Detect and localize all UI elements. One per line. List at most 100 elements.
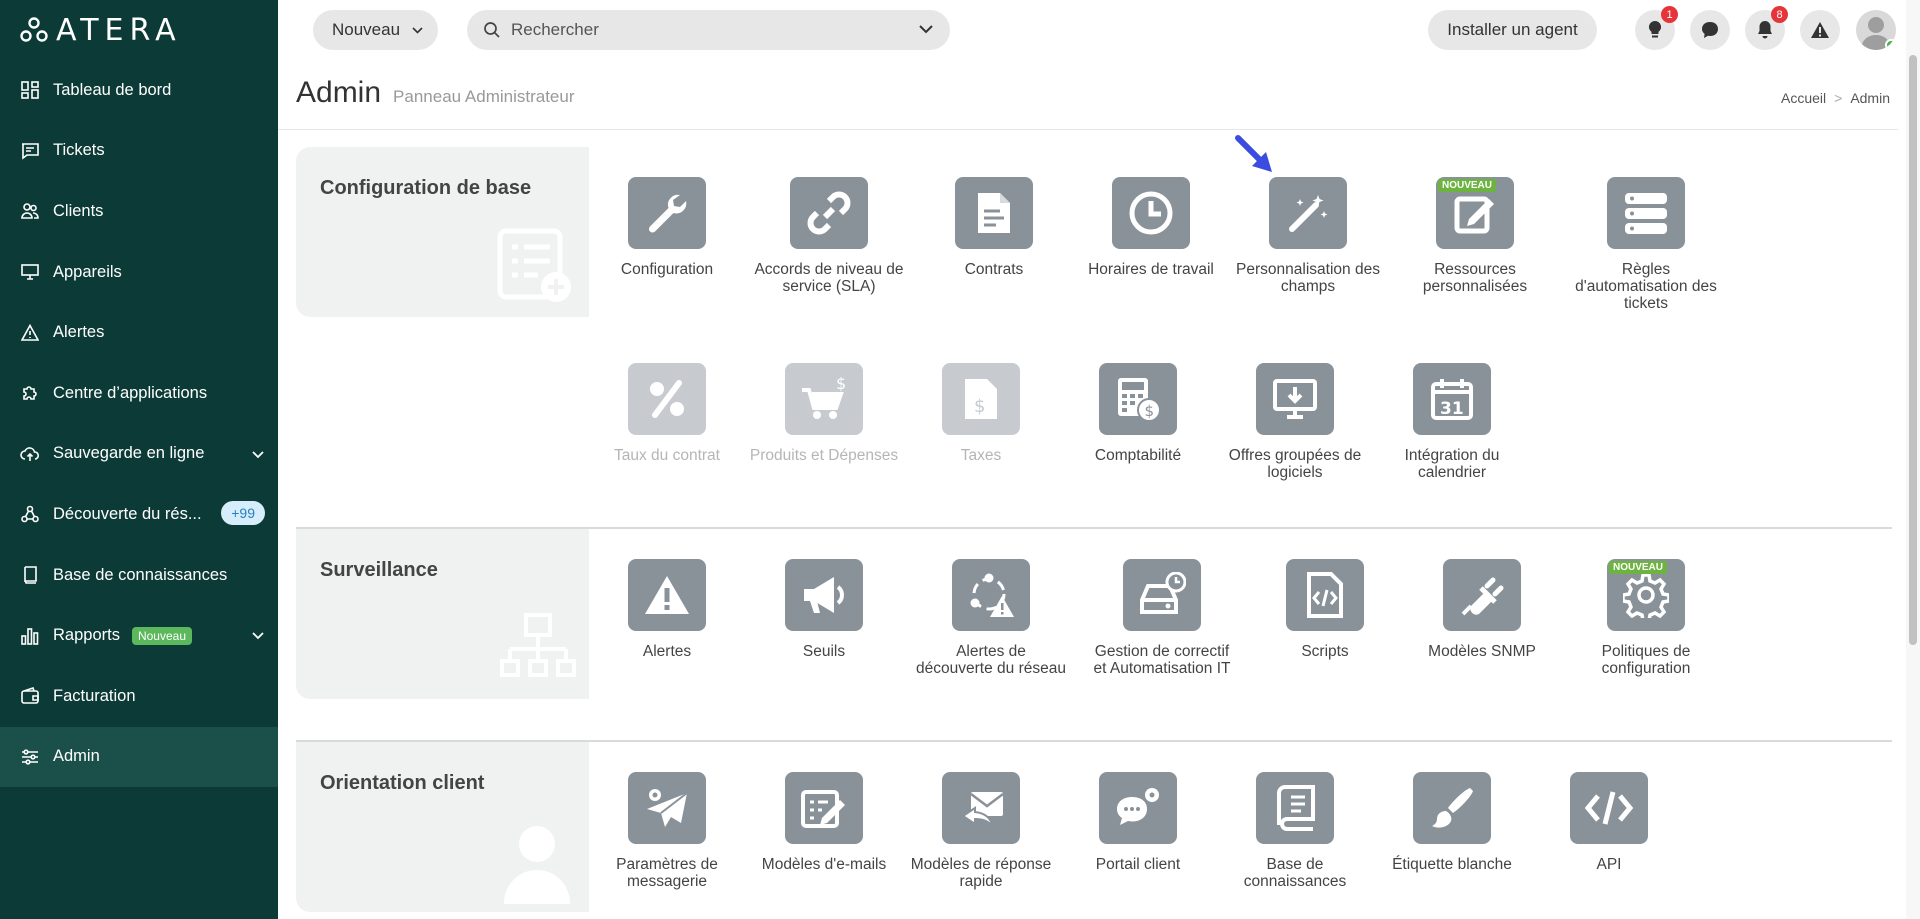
tile-label: Taux du contrat [614,447,720,464]
section-header-box: Configuration de base [296,147,589,317]
atera-logo[interactable]: ATERA [20,12,182,48]
discovery-count-badge: +99 [221,501,265,526]
tile-label: Accords de niveau de service (SLA) [754,261,904,295]
clock-icon [1112,177,1190,249]
top-bar: Nouveau Rechercher Installer un agent 1 … [278,0,1920,60]
search-input[interactable]: Rechercher [467,10,950,50]
paintbrush-icon [1413,772,1491,844]
network-alert-icon [952,559,1030,631]
tile-label: Règles d'automatisation des tickets [1575,261,1717,312]
search-placeholder: Rechercher [511,20,599,39]
breadcrumb: Accueil > Admin [1781,90,1890,106]
sidebar-item-tickets[interactable]: Tickets [0,121,278,182]
tile-work-hours[interactable]: Horaires de travail [1076,177,1226,278]
user-avatar[interactable] [1856,10,1896,50]
sidebar-item-reports[interactable]: Rapports Nouveau [0,605,278,666]
tile-accounting[interactable]: $ Comptabilité [1063,363,1213,464]
warnings-button[interactable] [1800,10,1840,50]
sidebar-item-label: Admin [53,747,100,766]
edit-form-icon: NOUVEAU [1436,177,1514,249]
percent-icon [628,363,706,435]
tile-custom-resources[interactable]: NOUVEAU Ressources personnalisées [1400,177,1550,295]
sidebar-item-billing[interactable]: Facturation [0,666,278,727]
chevron-down-icon[interactable] [919,25,933,34]
clients-icon [20,201,40,221]
tile-thresholds[interactable]: Seuils [749,559,899,660]
tile-alerts[interactable]: Alertes [592,559,742,660]
tile-label: Produits et Dépenses [749,447,899,464]
ideas-button[interactable]: 1 [1635,6,1678,50]
tile-snmp-templates[interactable]: Modèles SNMP [1407,559,1557,660]
book-icon [1256,772,1334,844]
logo-text: ATERA [56,12,182,48]
sidebar-item-label: Tickets [53,141,105,160]
chevron-down-icon[interactable] [252,446,264,464]
tile-label: Offres groupées de logiciels [1228,447,1362,481]
contract-document-icon [955,177,1033,249]
tile-ticket-automation-rules[interactable]: Règles d'automatisation des tickets [1571,177,1721,312]
bell-icon [1758,21,1772,39]
tile-configuration-policies[interactable]: NOUVEAU Politiques de configuration [1571,559,1721,677]
tile-api[interactable]: API [1534,772,1684,873]
sidebar-item-label: Sauvegarde en ligne [53,444,205,463]
tile-label: Personnalisation des champs [1236,261,1380,295]
page-subtitle: Panneau Administrateur [393,87,575,106]
tile-contracts[interactable]: Contrats [919,177,1069,278]
chat-button[interactable] [1690,10,1730,50]
sidebar-item-alerts[interactable]: Alertes [0,302,278,363]
tile-label: Alertes de découverte du réseau [916,643,1066,677]
tile-email-templates[interactable]: Modèles d'e-mails [749,772,899,873]
sidebar-item-knowledge-base[interactable]: Base de connaissances [0,545,278,606]
tile-network-discovery-alerts[interactable]: Alertes de découverte du réseau [916,559,1066,677]
tile-patch-management[interactable]: Gestion de correctif et Automatisation I… [1087,559,1237,677]
tile-software-bundles[interactable]: Offres groupées de logiciels [1220,363,1370,481]
sidebar-item-label: Rapports [53,626,120,645]
tile-customer-portal[interactable]: Portail client [1063,772,1213,873]
chat-icon [1702,22,1718,38]
tile-products-expenses[interactable]: $ Produits et Dépenses [749,363,899,464]
tile-label: Étiquette blanche [1392,856,1512,873]
tile-label: Ressources personnalisées [1422,261,1528,295]
tile-taxes[interactable]: $ Taxes [906,363,1056,464]
megaphone-icon [785,559,863,631]
new-button[interactable]: Nouveau [313,10,438,50]
calendar-icon: 31 [1413,363,1491,435]
section-title: Surveillance [320,559,438,581]
tile-field-customization[interactable]: Personnalisation des champs [1233,177,1383,295]
tile-white-label[interactable]: Étiquette blanche [1377,772,1527,873]
tile-sla[interactable]: Accords de niveau de service (SLA) [754,177,904,295]
code-icon [1570,772,1648,844]
tile-label: Base de connaissances [1243,856,1347,890]
breadcrumb-home-link[interactable]: Accueil [1781,90,1826,106]
tile-label: Portail client [1095,856,1181,873]
tile-label: Configuration [620,261,714,278]
install-agent-button[interactable]: Installer un agent [1428,10,1597,50]
tile-scripts[interactable]: Scripts [1250,559,1400,660]
plug-icon [1443,559,1521,631]
warning-icon [628,559,706,631]
scrollbar-thumb[interactable] [1909,55,1917,645]
tile-calendar-integration[interactable]: 31 Intégration du calendrier [1377,363,1527,481]
tile-label: Horaires de travail [1088,261,1214,278]
chevron-down-icon[interactable] [252,627,264,645]
notifications-button[interactable]: 8 [1745,6,1788,50]
page-scrollbar[interactable] [1906,0,1920,919]
sidebar-item-admin[interactable]: Admin [0,726,278,788]
sidebar-item-devices[interactable]: Appareils [0,242,278,303]
tile-messaging-settings[interactable]: Paramètres de messagerie [592,772,742,890]
sidebar-item-backup[interactable]: Sauvegarde en ligne [0,424,278,485]
sidebar-item-app-center[interactable]: Centre d’applications [0,363,278,424]
sidebar-item-network-discovery[interactable]: Découverte du rés... +99 [0,484,278,545]
tile-knowledge-base[interactable]: Base de connaissances [1220,772,1370,890]
tile-contract-rate[interactable]: Taux du contrat [592,363,742,464]
person-icon [504,826,570,904]
sidebar-item-label: Découverte du rés... [53,504,202,523]
sidebar-item-dashboard[interactable]: Tableau de bord [0,60,278,121]
sidebar-item-clients[interactable]: Clients [0,181,278,242]
tile-quick-reply-templates[interactable]: Modèles de réponse rapide [906,772,1056,890]
tile-configuration[interactable]: Configuration [592,177,742,278]
tile-label: Seuils [802,643,846,660]
code-file-icon [1286,559,1364,631]
page-header: Admin Panneau Administrateur [296,76,575,110]
magic-wand-icon [1269,177,1347,249]
